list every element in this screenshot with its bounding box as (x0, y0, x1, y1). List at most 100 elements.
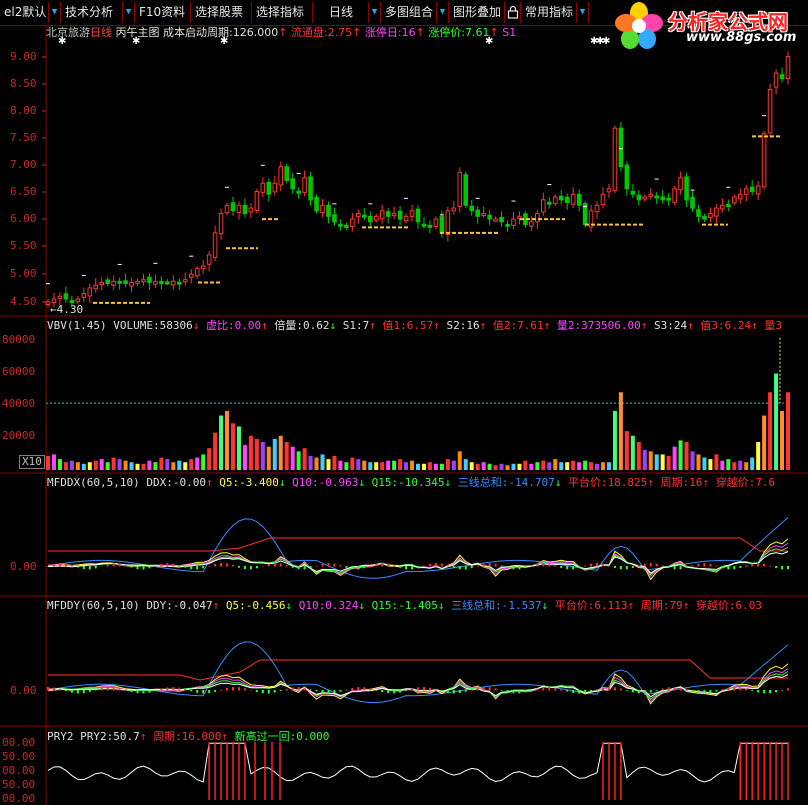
ddy-bar (208, 690, 211, 694)
ddy-bar (249, 689, 252, 691)
candle-body (624, 164, 630, 190)
ddx-bar (709, 563, 712, 567)
ddx-bar (249, 566, 252, 570)
volume-bar (272, 438, 277, 470)
ddy-bar (727, 687, 730, 691)
ddy-bar (166, 687, 169, 691)
ddx-bar (769, 565, 772, 567)
ddx-bar (196, 566, 199, 570)
ddx-bar (590, 563, 593, 567)
candle-body (81, 292, 87, 298)
ddx-bar (476, 565, 479, 567)
ddx-bar (375, 563, 378, 567)
volume-bar (541, 460, 546, 470)
candle-body (356, 213, 361, 218)
candle-body (129, 281, 134, 287)
volume-bar (171, 462, 176, 470)
ddx-bar (279, 563, 282, 567)
volume-bar (242, 445, 247, 470)
candle-body (481, 213, 486, 217)
volume-bar (463, 459, 468, 470)
ddy-bar (578, 690, 581, 694)
candle-body (606, 188, 612, 193)
ddx-bar (739, 566, 742, 568)
volume-bar (714, 454, 719, 470)
ddx-bar (202, 566, 205, 569)
ddx-bar (52, 564, 55, 567)
ddy-bar (667, 687, 670, 691)
ddy-bar (769, 690, 772, 694)
volume-bar (636, 442, 641, 470)
ddx-bar (220, 563, 223, 567)
candle-body (546, 201, 552, 205)
candle-body (666, 197, 671, 201)
candle-body (487, 214, 492, 220)
candle-body (535, 213, 540, 223)
ddx-bar (363, 566, 366, 569)
candle-body (123, 280, 128, 285)
ddy-bar (536, 688, 539, 691)
ddy-bar (267, 690, 270, 694)
ddy-bar (733, 687, 736, 691)
ddy-bar (351, 687, 354, 691)
ddx-bar (411, 566, 414, 570)
ddy-bar (315, 690, 318, 692)
ddx-bar (64, 563, 67, 567)
ddy-bar (607, 687, 610, 691)
candle-body (630, 190, 636, 195)
volume-bar (577, 462, 582, 470)
ddy-bar (52, 687, 55, 691)
ddx-bar (214, 563, 217, 567)
ddy-bar (458, 690, 461, 694)
ddy-bar (596, 689, 599, 691)
ddx-bar (781, 566, 784, 570)
volume-bar (732, 462, 737, 470)
ddx-bar (285, 565, 288, 567)
candle-body (290, 178, 295, 190)
volume-bar (392, 460, 397, 470)
volume-bar (248, 435, 253, 470)
candle-body (200, 265, 206, 270)
candle-body (171, 280, 176, 286)
ddx-bar (315, 565, 318, 567)
volume-bar (416, 463, 420, 470)
ddx-bar (369, 565, 372, 567)
ddy-bar (196, 690, 199, 693)
candle-body (51, 298, 57, 304)
candle-body (654, 195, 660, 199)
ddx-bar (703, 563, 706, 567)
volume-bar (702, 457, 707, 470)
ddx-bar (679, 566, 682, 570)
ddy-bar (763, 690, 766, 694)
candle-body (105, 279, 110, 285)
ddy-bar (613, 687, 616, 691)
ddy-bar (172, 687, 175, 691)
ddy-bar (417, 687, 419, 691)
ddx-bar (607, 565, 610, 567)
volume-bar (195, 457, 200, 470)
ddx-bar (757, 563, 760, 567)
candle-body (278, 166, 284, 186)
candle-body (57, 295, 63, 299)
stock-chart[interactable]: ✱ ✱ ✱ ✱ ✱✱✱ (0, 0, 808, 805)
volume-bar (427, 462, 432, 470)
candle-body (206, 254, 212, 265)
volume-bar (260, 442, 265, 470)
ddx-bar (303, 566, 306, 570)
volume-bar (451, 460, 456, 470)
volume-bar (481, 462, 486, 470)
volume-bar (81, 463, 86, 470)
volume-bar (356, 459, 361, 470)
candle-body (135, 280, 140, 284)
ddy-bar (112, 687, 115, 691)
candle-body (403, 215, 409, 222)
volume-bar (738, 460, 743, 470)
candle-body (767, 89, 773, 134)
candle-body (260, 182, 266, 193)
candle-body (570, 193, 576, 205)
volume-bar (386, 460, 391, 470)
ddx-bar (255, 566, 258, 569)
candle-body (648, 193, 654, 197)
candle-body (415, 208, 421, 223)
ddx-bar (727, 566, 730, 570)
